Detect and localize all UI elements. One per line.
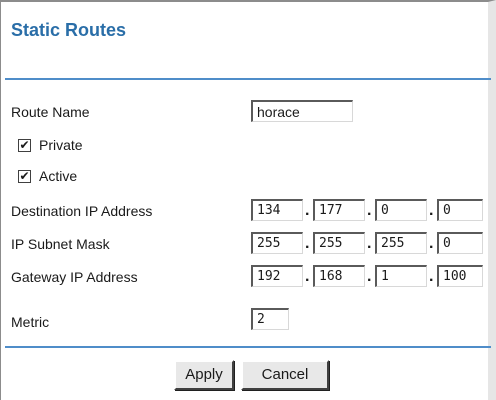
subnet-mask-octet-4[interactable]: 0 [437,232,483,254]
destination-ip-octet-1[interactable]: 134 [251,199,303,221]
route-name-label: Route Name [11,104,90,120]
active-checkbox[interactable]: ✔ [18,170,31,183]
apply-button[interactable]: Apply [174,360,234,390]
active-label: Active [39,168,78,184]
cancel-button[interactable]: Cancel [241,360,329,390]
page-title: Static Routes [11,20,127,40]
subnet-mask-dot-2: . [367,235,372,252]
gateway-ip-octet-3[interactable]: 1 [375,265,427,287]
subnet-mask-dot-1: . [305,235,310,252]
gateway-ip-dot-1: . [305,268,310,285]
destination-ip-label: Destination IP Address [11,203,153,219]
destination-ip-dot-3: . [429,202,434,219]
metric-label: Metric [11,314,50,330]
subnet-mask-octet-2[interactable]: 255 [313,232,365,254]
gateway-ip-dot-3: . [429,268,434,285]
private-label: Private [39,137,83,153]
destination-ip-octet-2[interactable]: 177 [313,199,365,221]
divider-top [5,78,491,80]
gateway-ip-octet-1[interactable]: 192 [251,265,303,287]
route-name-input[interactable]: horace [251,100,353,122]
subnet-mask-octet-1[interactable]: 255 [251,232,303,254]
subnet-mask-label: IP Subnet Mask [11,236,110,252]
gateway-ip-label: Gateway IP Address [11,269,138,285]
gateway-ip-dot-2: . [367,268,372,285]
private-checkbox[interactable]: ✔ [18,139,31,152]
destination-ip-octet-4[interactable]: 0 [437,199,483,221]
gateway-ip-octet-4[interactable]: 100 [437,265,483,287]
metric-input[interactable]: 2 [251,308,289,330]
dialog-frame: Static Routes Route Name horace ✔ Privat… [0,0,496,400]
divider-bottom [5,346,491,348]
gateway-ip-octet-2[interactable]: 168 [313,265,365,287]
destination-ip-dot-2: . [367,202,372,219]
destination-ip-dot-1: . [305,202,310,219]
destination-ip-octet-3[interactable]: 0 [375,199,427,221]
subnet-mask-dot-3: . [429,235,434,252]
subnet-mask-octet-3[interactable]: 255 [375,232,427,254]
